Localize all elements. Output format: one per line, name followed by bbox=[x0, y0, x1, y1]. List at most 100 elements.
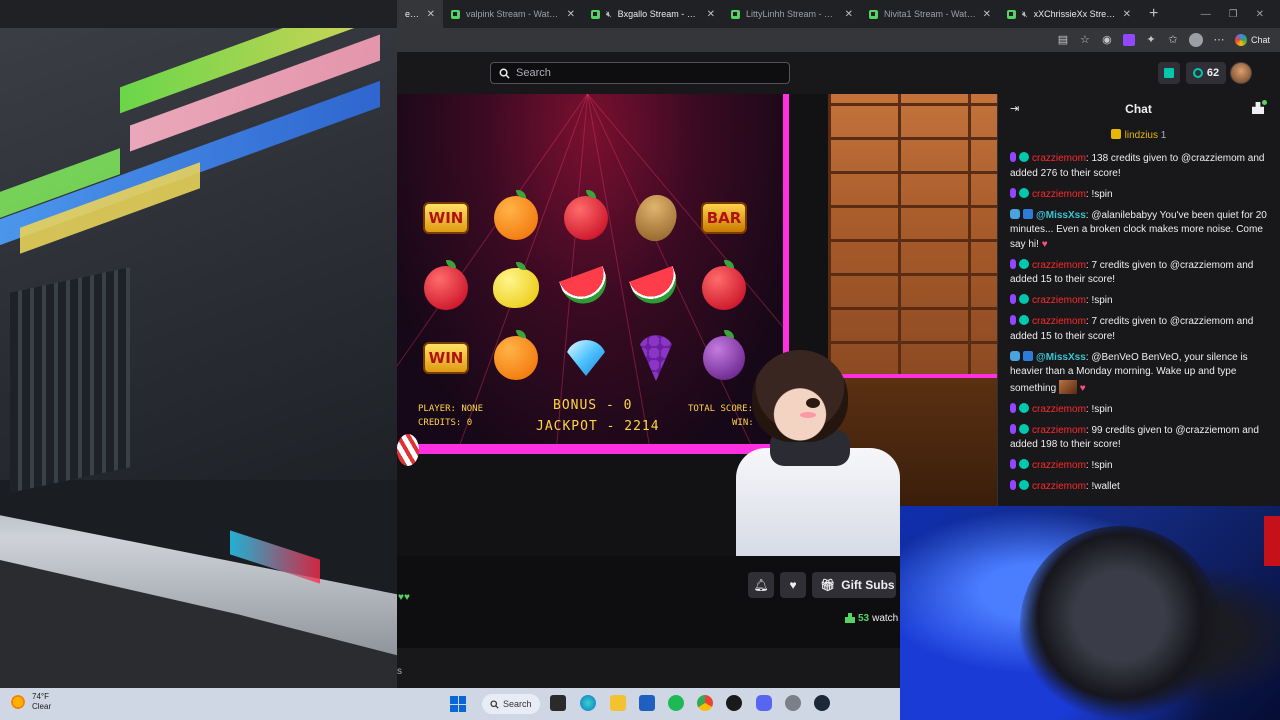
mod-badge-icon[interactable] bbox=[1010, 152, 1016, 162]
ver-badge-icon[interactable] bbox=[1019, 459, 1029, 469]
reader-mode-icon[interactable]: ▤ bbox=[1057, 34, 1069, 46]
vtuber-eye bbox=[806, 398, 820, 408]
ver-badge-icon[interactable] bbox=[1019, 294, 1029, 304]
chat-username[interactable]: crazziemom bbox=[1032, 260, 1086, 271]
chat-username[interactable]: crazziemom bbox=[1032, 425, 1086, 436]
mod-badge-icon[interactable] bbox=[1010, 459, 1016, 469]
profile-avatar-icon[interactable] bbox=[1188, 33, 1203, 47]
bot-badge-icon[interactable] bbox=[1023, 350, 1033, 361]
ver-badge-icon[interactable] bbox=[1019, 315, 1029, 325]
close-tab-icon[interactable]: ✕ bbox=[845, 9, 853, 20]
search-input[interactable]: Search bbox=[490, 62, 790, 84]
more-menu-icon[interactable]: ⋯ bbox=[1213, 34, 1225, 46]
brick-wall bbox=[828, 94, 997, 378]
start-button[interactable] bbox=[450, 696, 466, 712]
ver-badge-icon[interactable] bbox=[1019, 152, 1029, 162]
chat-extension-button[interactable]: Chat bbox=[1234, 34, 1270, 46]
ver-badge-icon[interactable] bbox=[1019, 423, 1029, 434]
chat-username[interactable]: crazziemom bbox=[1032, 295, 1086, 306]
copilot-logo-icon bbox=[1234, 34, 1247, 46]
close-tab-icon[interactable]: ✕ bbox=[427, 9, 435, 20]
twitch-extension-icon[interactable] bbox=[1122, 34, 1135, 46]
extension-icon[interactable]: ◉ bbox=[1101, 34, 1113, 46]
new-tab-icon[interactable]: + bbox=[1139, 5, 1168, 23]
close-tab-icon[interactable]: ✕ bbox=[707, 9, 715, 20]
chat-username[interactable]: crazziemom bbox=[1032, 316, 1086, 327]
prime-loot-button[interactable] bbox=[1158, 62, 1180, 84]
steam-icon[interactable] bbox=[814, 695, 830, 711]
chat-header: Chat bbox=[997, 94, 1280, 124]
browser-tab[interactable]: 🔇︎ Bxgallo Stream - Watch ✕ bbox=[583, 0, 723, 28]
muted-speaker-icon[interactable]: 🔇︎ bbox=[1022, 9, 1028, 20]
follow-heart-button[interactable]: ♥ bbox=[780, 572, 806, 598]
browser-tab[interactable]: valpink Stream - Watch Live ✕ bbox=[443, 0, 583, 28]
file-explorer-icon[interactable] bbox=[610, 695, 626, 711]
chat-message-list: crazziemom: 138 credits given to @crazzi… bbox=[1010, 152, 1272, 501]
slot-symbol-apple bbox=[698, 260, 750, 314]
taskbar-search[interactable]: Search bbox=[482, 694, 540, 714]
muted-speaker-icon[interactable]: 🔇︎ bbox=[606, 9, 612, 20]
browser-tab[interactable]: eam - W ✕ bbox=[397, 0, 443, 28]
chrome-icon[interactable] bbox=[697, 695, 713, 711]
windows-logo-icon bbox=[458, 696, 466, 704]
collapse-chat-icon[interactable]: ⇥ bbox=[1010, 102, 1019, 115]
close-tab-icon[interactable]: ✕ bbox=[1123, 9, 1131, 20]
mod-badge-icon[interactable] bbox=[1010, 294, 1016, 304]
ver-badge-icon[interactable] bbox=[1019, 258, 1029, 269]
close-tab-icon[interactable]: ✕ bbox=[983, 9, 991, 20]
favorites-icon[interactable]: ✩ bbox=[1167, 34, 1179, 46]
chat-message: crazziemom: !spin bbox=[1010, 402, 1272, 418]
chat-username[interactable]: crazziemom bbox=[1032, 189, 1086, 200]
edge-icon[interactable] bbox=[580, 695, 596, 711]
orange-icon bbox=[494, 190, 538, 240]
mod-badge-icon[interactable] bbox=[1010, 315, 1016, 325]
user-avatar[interactable] bbox=[1230, 62, 1252, 84]
task-view-icon[interactable] bbox=[550, 695, 566, 711]
obs-icon[interactable] bbox=[726, 695, 742, 711]
heart-emotes: ♥♥ bbox=[398, 592, 410, 603]
chat-username[interactable]: @MissXss bbox=[1036, 352, 1086, 363]
chat-username[interactable]: crazziemom bbox=[1032, 460, 1086, 471]
puzzle-extension-icon[interactable]: ✦ bbox=[1145, 34, 1157, 46]
mod-badge-icon[interactable] bbox=[1010, 402, 1016, 413]
camera-photo-daw-monitor bbox=[0, 0, 397, 696]
maximize-icon[interactable]: ❐ bbox=[1229, 9, 1238, 20]
neon-ray bbox=[587, 94, 783, 417]
browser-tab[interactable]: Nivita1 Stream - Watch Live ✕ bbox=[861, 0, 999, 28]
mod-badge-icon[interactable] bbox=[1010, 258, 1016, 269]
browser-tab[interactable]: LittyLinhh Stream - Watch Li ✕ bbox=[723, 0, 861, 28]
mod-badge-icon[interactable] bbox=[1010, 423, 1016, 434]
notification-bell-button[interactable]: 🔔︎ bbox=[748, 572, 774, 598]
twitch-favicon-icon bbox=[731, 9, 740, 19]
pinned-gift-leader[interactable]: lindzius 1 bbox=[997, 129, 1280, 145]
mod-badge-icon[interactable] bbox=[1010, 187, 1016, 198]
bits-button[interactable]: 62 bbox=[1186, 62, 1226, 84]
minimize-icon[interactable]: — bbox=[1201, 9, 1211, 20]
browser-tab[interactable]: 🔇︎ xXChrissieXx Stream - W ✕ bbox=[999, 0, 1139, 28]
mod-badge-icon[interactable] bbox=[1010, 480, 1016, 490]
spotify-icon[interactable] bbox=[668, 695, 684, 711]
orange-icon bbox=[494, 330, 538, 380]
chat-username[interactable]: @MissXss bbox=[1036, 210, 1086, 221]
chat-username[interactable]: crazziemom bbox=[1032, 481, 1086, 492]
chat-username[interactable]: crazziemom bbox=[1032, 153, 1086, 164]
settings-gear-icon[interactable] bbox=[785, 695, 801, 711]
gift-subs-button[interactable]: 🎁︎ Gift Subs bbox=[812, 572, 896, 598]
viewer-count: 53 watch bbox=[845, 611, 900, 625]
robot-badge-icon[interactable] bbox=[1010, 350, 1020, 361]
twitch-favicon-icon bbox=[451, 9, 460, 19]
close-tab-icon[interactable]: ✕ bbox=[567, 9, 575, 20]
robot-badge-icon[interactable] bbox=[1010, 208, 1020, 219]
close-window-icon[interactable]: ✕ bbox=[1256, 9, 1264, 20]
weather-widget[interactable]: 74°F Clear bbox=[10, 692, 51, 712]
ver-badge-icon[interactable] bbox=[1019, 480, 1029, 490]
windows-logo-icon bbox=[458, 704, 466, 712]
discord-icon[interactable] bbox=[756, 695, 772, 711]
bookmark-star-icon[interactable]: ☆ bbox=[1079, 34, 1091, 46]
chat-message: crazziemom: !spin bbox=[1010, 294, 1272, 309]
ver-badge-icon[interactable] bbox=[1019, 402, 1029, 413]
ver-badge-icon[interactable] bbox=[1019, 187, 1029, 198]
store-icon[interactable] bbox=[639, 695, 655, 711]
bot-badge-icon[interactable] bbox=[1023, 208, 1033, 219]
chat-username[interactable]: crazziemom bbox=[1032, 404, 1086, 415]
